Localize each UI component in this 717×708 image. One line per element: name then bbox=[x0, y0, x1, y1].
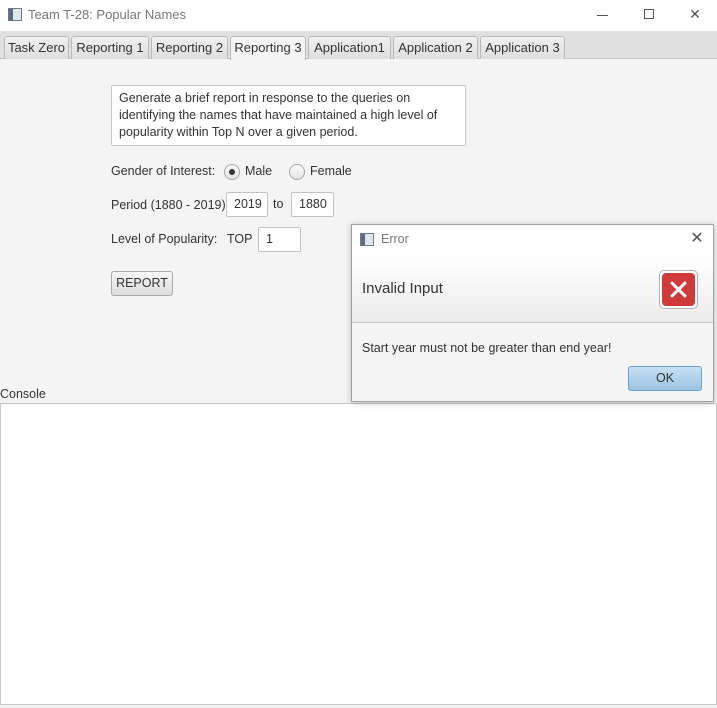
app-icon bbox=[8, 8, 22, 21]
description-box: Generate a brief report in response to t… bbox=[111, 85, 466, 146]
tab-bar: Task Zero Reporting 1 Reporting 2 Report… bbox=[0, 31, 717, 60]
tab-application-1[interactable]: Application1 bbox=[308, 36, 391, 59]
dialog-title: Error bbox=[381, 232, 409, 246]
dialog-app-icon bbox=[360, 233, 374, 246]
radio-selected-dot bbox=[229, 169, 235, 175]
female-label[interactable]: Female bbox=[310, 164, 352, 178]
gender-label: Gender of Interest: bbox=[111, 164, 216, 178]
close-button[interactable]: ✕ bbox=[672, 0, 717, 31]
tab-application-3[interactable]: Application 3 bbox=[480, 36, 565, 59]
dialog-title-bar: Error ✕ bbox=[352, 225, 713, 255]
dialog-close-button[interactable]: ✕ bbox=[687, 230, 707, 250]
app-window: Team T-28: Popular Names ✕ Task Zero Rep… bbox=[0, 0, 717, 708]
minimize-button[interactable] bbox=[580, 0, 626, 31]
top-label: TOP bbox=[227, 232, 253, 246]
report-button[interactable]: REPORT bbox=[111, 271, 173, 296]
minimize-icon bbox=[597, 15, 608, 16]
popularity-label: Level of Popularity: bbox=[111, 232, 218, 246]
dialog-header-text: Invalid Input bbox=[362, 280, 443, 297]
period-label: Period (1880 - 2019) bbox=[111, 198, 226, 212]
top-n-input[interactable]: 1 bbox=[258, 227, 301, 252]
close-icon: ✕ bbox=[689, 6, 701, 22]
console-label: Console bbox=[0, 387, 46, 401]
ok-button[interactable]: OK bbox=[628, 366, 702, 391]
female-radio[interactable] bbox=[289, 164, 305, 180]
dialog-header: Invalid Input bbox=[352, 255, 713, 323]
period-end-input[interactable]: 1880 bbox=[291, 192, 334, 217]
maximize-button[interactable] bbox=[626, 0, 672, 31]
title-bar: Team T-28: Popular Names ✕ bbox=[0, 0, 717, 31]
console-output[interactable] bbox=[0, 403, 717, 705]
tab-application-2[interactable]: Application 2 bbox=[393, 36, 478, 59]
male-radio[interactable] bbox=[224, 164, 240, 180]
dialog-message: Start year must not be greater than end … bbox=[362, 341, 612, 355]
error-dialog: Error ✕ Invalid Input Start year must no… bbox=[351, 224, 714, 402]
male-label[interactable]: Male bbox=[245, 164, 272, 178]
tab-task-zero[interactable]: Task Zero bbox=[4, 36, 69, 59]
error-icon bbox=[659, 270, 698, 309]
maximize-icon bbox=[644, 9, 654, 19]
close-icon: ✕ bbox=[690, 230, 704, 247]
window-title: Team T-28: Popular Names bbox=[28, 7, 186, 22]
tab-reporting-3[interactable]: Reporting 3 bbox=[230, 36, 306, 60]
period-to-label: to bbox=[273, 197, 284, 211]
tab-reporting-2[interactable]: Reporting 2 bbox=[151, 36, 228, 59]
tab-reporting-1[interactable]: Reporting 1 bbox=[71, 36, 149, 59]
period-start-input[interactable]: 2019 bbox=[226, 192, 268, 217]
